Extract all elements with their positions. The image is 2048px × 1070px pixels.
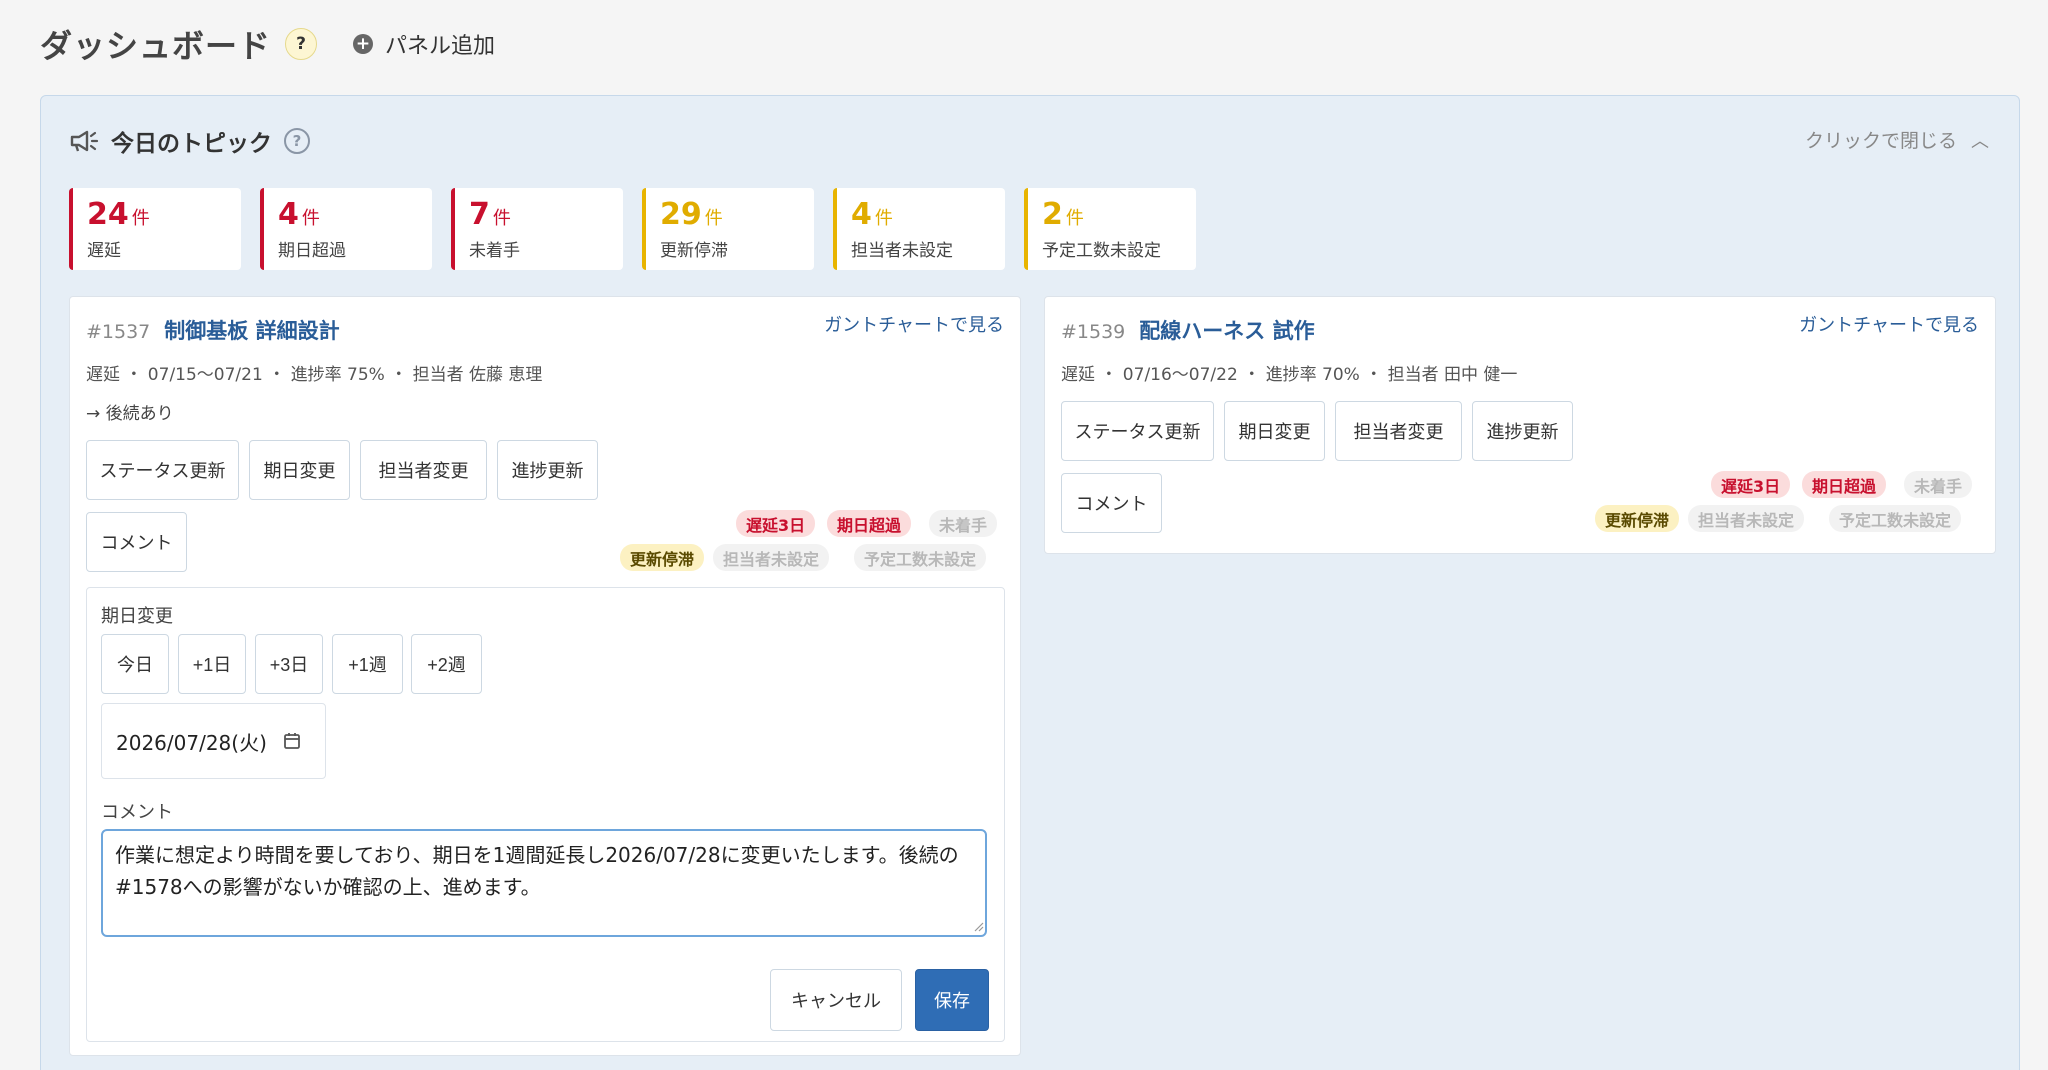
comment-button[interactable]: コメント bbox=[1061, 473, 1162, 533]
plus-circle-icon: + bbox=[353, 34, 374, 54]
badge-delay: 遅延3日 bbox=[1711, 471, 1791, 498]
stat-label: 遅延 bbox=[87, 241, 121, 261]
stat-card-overdue[interactable]: 4件 期日超過 bbox=[260, 188, 432, 270]
top-bar: ダッシュボード ? + パネル追加 bbox=[40, 22, 495, 66]
stat-unit: 件 bbox=[874, 208, 893, 229]
comment-textarea[interactable]: 作業に想定より時間を要しており、期日を1週間延長し2026/07/28に変更いた… bbox=[101, 829, 987, 937]
change-due-button[interactable]: 期日変更 bbox=[249, 440, 350, 500]
close-panel-link[interactable]: クリックで閉じる ︿ bbox=[1805, 126, 1989, 153]
add-panel-label: パネル追加 bbox=[385, 34, 496, 59]
calendar-icon[interactable] bbox=[283, 732, 301, 750]
date-value: 2026/07/28(火) bbox=[116, 730, 267, 755]
change-due-button[interactable]: 期日変更 bbox=[1224, 401, 1325, 461]
progress-update-button[interactable]: 進捗更新 bbox=[1472, 401, 1573, 461]
task-meta: 遅延 ・ 07/16〜07/22 ・ 進捗率 70% ・ 担当者 田中 健一 bbox=[1061, 365, 1518, 385]
chevron-up-icon: ︿ bbox=[1971, 130, 1989, 152]
task-id: #1539 bbox=[1061, 321, 1126, 343]
stat-unit: 件 bbox=[492, 208, 511, 229]
help-icon[interactable]: ? bbox=[285, 28, 318, 60]
stat-card-stale[interactable]: 29 件 更新停滞 bbox=[642, 188, 814, 270]
badge-not-started: 未着手 bbox=[929, 510, 998, 537]
stat-count: 2 bbox=[1042, 197, 1063, 232]
close-panel-label: クリックで閉じる bbox=[1804, 130, 1957, 152]
megaphone-icon bbox=[70, 130, 99, 152]
due-date-edit-panel: 期日変更 今日 +1日 +3日 +1週 +2週 2026/07/28(火) コメ… bbox=[86, 587, 1005, 1042]
resize-grip-icon[interactable] bbox=[972, 920, 984, 932]
stat-card-delayed[interactable]: 24 件 遅延 bbox=[69, 188, 241, 270]
panel-header: 今日のトピック ? bbox=[69, 124, 310, 158]
task-name-link[interactable]: 配線ハーネス 試作 bbox=[1139, 315, 1314, 345]
task-id: #1537 bbox=[86, 321, 151, 343]
stat-unit: 件 bbox=[301, 208, 320, 229]
comment-button[interactable]: コメント bbox=[86, 512, 187, 572]
cancel-button[interactable]: キャンセル bbox=[770, 969, 902, 1031]
today-topic-panel: 今日のトピック ? クリックで閉じる ︿ 24 件 遅延 4件 期日超過 7件 未… bbox=[40, 95, 2020, 1070]
stat-count: 24 bbox=[87, 197, 129, 232]
comment-label: コメント bbox=[101, 802, 173, 823]
stat-cards: 24 件 遅延 4件 期日超過 7件 未着手 29 件 更新停滞 4件 担当者未設定… bbox=[69, 188, 1196, 270]
stat-unit: 件 bbox=[131, 208, 150, 229]
change-assignee-button[interactable]: 担当者変更 bbox=[1335, 401, 1462, 461]
stat-card-no-assignee[interactable]: 4件 担当者未設定 bbox=[833, 188, 1005, 270]
gantt-chart-link[interactable]: ガントチャートで見る bbox=[824, 311, 1004, 337]
progress-update-button[interactable]: 進捗更新 bbox=[497, 440, 598, 500]
badge-no-assignee: 担当者未設定 bbox=[1688, 505, 1805, 532]
due-change-label: 期日変更 bbox=[101, 606, 173, 627]
stat-label: 未着手 bbox=[469, 241, 520, 261]
badge-not-started: 未着手 bbox=[1904, 471, 1973, 498]
status-update-button[interactable]: ステータス更新 bbox=[86, 440, 239, 500]
badge-stale: 更新停滞 bbox=[620, 544, 705, 571]
task-name-link[interactable]: 制御基板 詳細設計 bbox=[164, 315, 339, 345]
stat-count: 4 bbox=[278, 197, 299, 232]
quick-today-button[interactable]: 今日 bbox=[101, 634, 169, 694]
badge-overdue: 期日超過 bbox=[827, 510, 912, 537]
date-input[interactable]: 2026/07/28(火) bbox=[101, 703, 326, 779]
quick-plus3day-button[interactable]: +3日 bbox=[255, 634, 323, 694]
badge-stale: 更新停滞 bbox=[1595, 505, 1680, 532]
stat-card-not-started[interactable]: 7件 未着手 bbox=[451, 188, 623, 270]
quick-plus2week-button[interactable]: +2週 bbox=[411, 634, 482, 694]
save-button[interactable]: 保存 bbox=[915, 969, 989, 1031]
page-title: ダッシュボード bbox=[40, 27, 272, 65]
task-meta: 遅延 ・ 07/15〜07/21 ・ 進捗率 75% ・ 担当者 佐藤 恵理 bbox=[86, 365, 543, 385]
gantt-chart-link[interactable]: ガントチャートで見る bbox=[1799, 311, 1979, 337]
badge-no-estimate: 予定工数未設定 bbox=[854, 544, 987, 571]
stat-count: 29 bbox=[660, 197, 702, 232]
stat-card-no-estimate[interactable]: 2件 予定工数未設定 bbox=[1024, 188, 1196, 270]
stat-unit: 件 bbox=[1065, 208, 1084, 229]
change-assignee-button[interactable]: 担当者変更 bbox=[360, 440, 487, 500]
task-card: #1539 配線ハーネス 試作 ガントチャートで見る 遅延 ・ 07/16〜07… bbox=[1044, 296, 1996, 554]
successor-note: → 後続あり bbox=[86, 404, 174, 424]
add-panel-button[interactable]: + パネル追加 bbox=[353, 28, 495, 60]
task-header: #1539 配線ハーネス 試作 bbox=[1061, 315, 1315, 345]
badge-no-assignee: 担当者未設定 bbox=[713, 544, 830, 571]
badge-delay: 遅延3日 bbox=[736, 510, 816, 537]
panel-title: 今日のトピック bbox=[111, 131, 272, 157]
badge-overdue: 期日超過 bbox=[1802, 471, 1887, 498]
stat-count: 4 bbox=[851, 197, 872, 232]
stat-label: 担当者未設定 bbox=[851, 241, 953, 261]
task-header: #1537 制御基板 詳細設計 bbox=[86, 315, 340, 345]
task-card: #1537 制御基板 詳細設計 ガントチャートで見る 遅延 ・ 07/15〜07… bbox=[69, 296, 1021, 1056]
quick-plus1week-button[interactable]: +1週 bbox=[332, 634, 403, 694]
stat-count: 7 bbox=[469, 197, 490, 232]
stat-label: 更新停滞 bbox=[660, 241, 728, 261]
badge-no-estimate: 予定工数未設定 bbox=[1829, 505, 1962, 532]
stat-label: 予定工数未設定 bbox=[1042, 241, 1161, 261]
status-update-button[interactable]: ステータス更新 bbox=[1061, 401, 1214, 461]
stat-label: 期日超過 bbox=[278, 241, 346, 261]
stat-unit: 件 bbox=[704, 208, 723, 229]
quick-plus1day-button[interactable]: +1日 bbox=[178, 634, 246, 694]
question-icon[interactable]: ? bbox=[284, 128, 310, 154]
